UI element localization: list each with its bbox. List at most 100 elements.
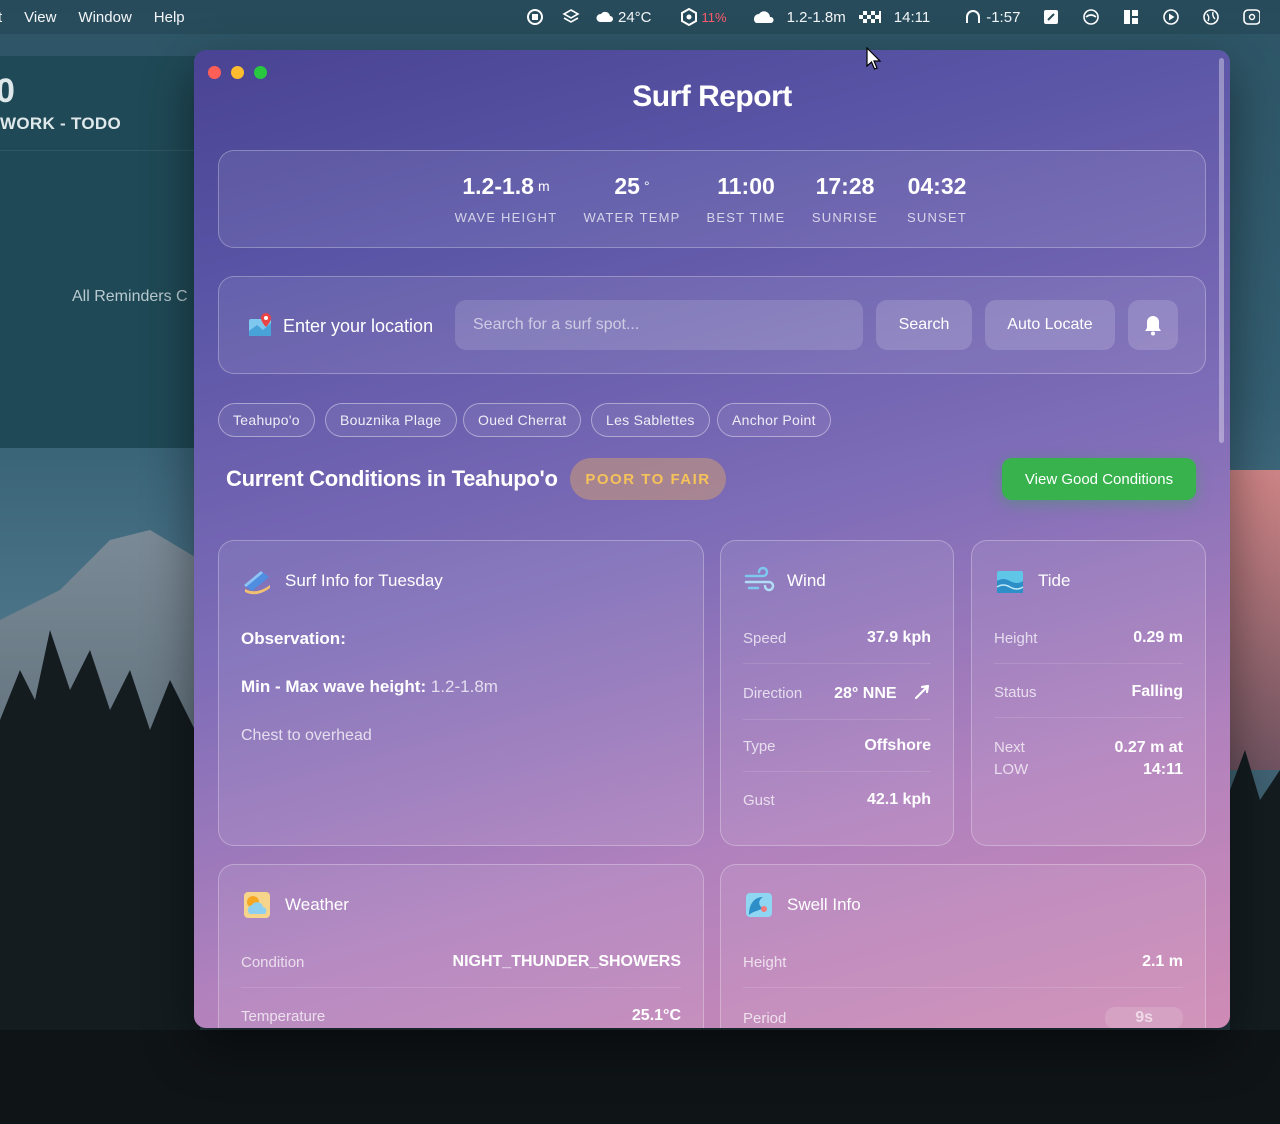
tide-icon [996, 571, 1024, 593]
menu-view[interactable]: View [13, 9, 67, 26]
globe-icon[interactable] [1202, 8, 1220, 26]
row-key: Gust [743, 791, 775, 809]
min-max-wave-height: Min - Max wave height: 1.2-1.8m [241, 677, 498, 697]
stat-wave-height: 1.2-1.8 m WAVE HEIGHT [431, 173, 581, 225]
search-button[interactable]: Search [876, 300, 972, 350]
menu-help[interactable]: Help [143, 9, 196, 26]
row-key: Period [743, 1009, 787, 1027]
stat-label: WAVE HEIGHT [454, 210, 558, 225]
row-value: 37.9 kph [866, 629, 931, 646]
tide-card: Tide Height 0.29 m Status Falling Next L… [971, 540, 1206, 846]
row-value: 2.1 m [1142, 953, 1183, 970]
tide-next-time: 14:11 [1142, 761, 1183, 778]
surfboard-icon [244, 571, 270, 595]
swell-info-card: Swell Info Height 2.1 m Period 9s [720, 864, 1206, 1028]
countdown-timer[interactable]: -1:57 [986, 9, 1020, 26]
menu-app-name[interactable]: t [0, 9, 13, 26]
cloud-icon[interactable] [596, 8, 614, 26]
all-reminders-label[interactable]: All Reminders C [72, 288, 188, 306]
menubar-time[interactable]: 14:11 [894, 9, 930, 26]
minimize-window-button[interactable] [231, 66, 244, 79]
location-panel: Enter your location Search Auto Locate [218, 276, 1206, 374]
row-value: 42.1 kph [866, 791, 931, 808]
spot-chip-anchor-point[interactable]: Anchor Point [717, 403, 831, 437]
notifications-button[interactable] [1128, 300, 1178, 350]
wind-card: Wind Speed 37.9 kph Direction 28° NNE Ty… [720, 540, 954, 846]
headphones-icon[interactable] [964, 8, 982, 26]
wind-type-row: Type Offshore [743, 737, 931, 772]
row-value: 25.1°C [631, 1007, 681, 1024]
stat-value: 11:00 [717, 173, 775, 199]
swell-title: Swell Info [787, 895, 861, 914]
zoom-window-button[interactable] [254, 66, 267, 79]
stat-label: BEST TIME [706, 210, 786, 225]
row-key: Type [743, 737, 776, 755]
vpn-percent[interactable]: 11% [702, 10, 727, 25]
row-key: Status [994, 683, 1037, 701]
edit-icon[interactable] [1042, 8, 1060, 26]
surf-cloud-icon[interactable] [751, 8, 777, 26]
condition-rating-badge: POOR TO FAIR [570, 458, 726, 500]
swell-height-row: Height 2.1 m [743, 953, 1183, 988]
weather-condition-row: Condition NIGHT_THUNDER_SHOWERS [241, 953, 681, 988]
spot-chip-teahupoo[interactable]: Teahupo'o [218, 403, 315, 437]
background-reminders-window[interactable]: 0 WORK - TODO All Reminders C [0, 56, 200, 448]
surf-info-card: Surf Info for Tuesday Observation: Min -… [218, 540, 704, 846]
tide-next-row: Next LOW 0.27 m at 14:11 [994, 737, 1183, 797]
row-value: Offshore [864, 737, 931, 754]
menu-window[interactable]: Window [67, 9, 142, 26]
vpn-icon[interactable] [680, 8, 698, 26]
weather-temperature-row: Temperature 25.1°C [241, 1007, 681, 1028]
scrollbar[interactable] [1219, 58, 1224, 443]
weather-temp[interactable]: 24°C [618, 9, 652, 26]
row-value: 0.27 m at 14:11 [1115, 737, 1183, 781]
circle-slash-icon[interactable] [1082, 8, 1100, 26]
stat-value: 17:28 [815, 173, 875, 199]
spot-chip-les-sablettes[interactable]: Les Sablettes [591, 403, 710, 437]
row-key: Next LOW [994, 737, 1028, 781]
row-key: Direction [743, 684, 803, 702]
current-conditions-title: Current Conditions in Teahupo'o [226, 466, 558, 491]
row-key: Temperature [241, 1007, 326, 1025]
at-sign-icon[interactable] [1242, 8, 1261, 26]
surf-description: Chest to overhead [241, 727, 372, 744]
wind-speed-row: Speed 37.9 kph [743, 629, 931, 664]
view-good-conditions-button[interactable]: View Good Conditions [1002, 458, 1196, 500]
stat-water-temp: 25 ° WATER TEMP [577, 173, 687, 225]
tide-next-height: 0.27 m at [1114, 739, 1183, 756]
spot-chip-bouznika-plage[interactable]: Bouznika Plage [325, 403, 457, 437]
tide-height-row: Height 0.29 m [994, 629, 1183, 664]
surf-height-status[interactable]: 1.2-1.8m [787, 9, 846, 26]
stat-unit: ° [643, 178, 650, 194]
row-key: Condition [241, 953, 305, 971]
surf-spot-search-input[interactable] [455, 300, 863, 350]
direction-arrow-icon [914, 684, 930, 700]
record-icon[interactable] [526, 8, 544, 26]
reminders-list-title[interactable]: WORK - TODO [0, 114, 121, 134]
stat-sunrise: 17:28 SUNRISE [793, 173, 897, 225]
window-layout-icon[interactable] [1122, 8, 1140, 26]
wind-direction-value: 28° NNE [834, 685, 897, 702]
bell-icon [1145, 316, 1161, 336]
mouse-cursor-icon [866, 47, 882, 70]
layers-icon[interactable] [562, 8, 580, 26]
stat-label: WATER TEMP [583, 210, 681, 225]
wind-gust-row: Gust 42.1 kph [743, 791, 931, 825]
weather-title: Weather [285, 895, 349, 914]
spot-chip-oued-cherrat[interactable]: Oued Cherrat [463, 403, 582, 437]
row-value: NIGHT_THUNDER_SHOWERS [452, 953, 681, 970]
stat-unit: m [537, 178, 550, 194]
auto-locate-button[interactable]: Auto Locate [985, 300, 1115, 350]
wave-icon [746, 893, 772, 917]
close-window-button[interactable] [208, 66, 221, 79]
stat-label: SUNRISE [811, 210, 879, 225]
tide-next-type: LOW [994, 761, 1029, 778]
checkered-flag-icon[interactable] [858, 8, 882, 26]
reminders-divider [0, 150, 200, 151]
stat-value: 25 [614, 173, 640, 199]
play-icon[interactable] [1162, 8, 1180, 26]
swell-period-row: Period 9s [743, 1007, 1183, 1028]
wind-title: Wind [787, 571, 826, 590]
row-value: 28° NNE [834, 683, 931, 703]
min-max-value: 1.2-1.8m [430, 677, 498, 696]
